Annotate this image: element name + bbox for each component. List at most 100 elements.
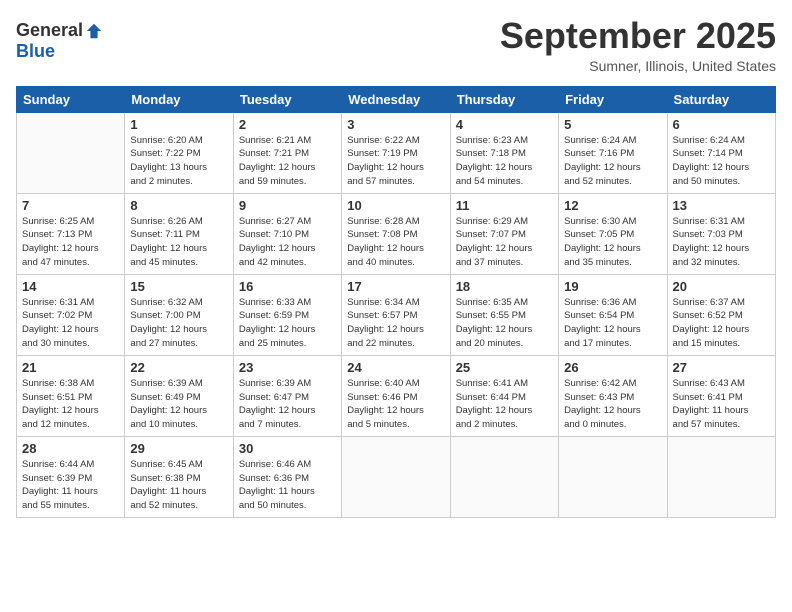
day-info: Sunrise: 6:25 AMSunset: 7:13 PMDaylight:… [22, 215, 119, 270]
calendar-cell: 16 Sunrise: 6:33 AMSunset: 6:59 PMDayligh… [233, 274, 341, 355]
calendar-cell: 1 Sunrise: 6:20 AMSunset: 7:22 PMDaylight… [125, 112, 233, 193]
weekday-header-saturday: Saturday [667, 86, 775, 112]
day-number: 14 [22, 279, 119, 294]
day-number: 3 [347, 117, 444, 132]
calendar-cell: 8 Sunrise: 6:26 AMSunset: 7:11 PMDaylight… [125, 193, 233, 274]
day-info: Sunrise: 6:23 AMSunset: 7:18 PMDaylight:… [456, 134, 553, 189]
day-number: 24 [347, 360, 444, 375]
weekday-header-tuesday: Tuesday [233, 86, 341, 112]
day-info: Sunrise: 6:24 AMSunset: 7:16 PMDaylight:… [564, 134, 661, 189]
day-number: 30 [239, 441, 336, 456]
calendar-cell: 24 Sunrise: 6:40 AMSunset: 6:46 PMDayligh… [342, 355, 450, 436]
day-number: 17 [347, 279, 444, 294]
weekday-header-row: SundayMondayTuesdayWednesdayThursdayFrid… [17, 86, 776, 112]
calendar-cell: 19Sunrise: 6:36 AMSunset: 6:54 PMDayligh… [559, 274, 667, 355]
day-number: 8 [130, 198, 227, 213]
day-number: 10 [347, 198, 444, 213]
logo: General Blue [16, 16, 103, 62]
day-number: 2 [239, 117, 336, 132]
calendar-cell: 14 Sunrise: 6:31 AMSunset: 7:02 PMDayligh… [17, 274, 125, 355]
day-info: Sunrise: 6:21 AMSunset: 7:21 PMDaylight:… [239, 134, 336, 189]
weekday-header-wednesday: Wednesday [342, 86, 450, 112]
calendar-week-row: 7 Sunrise: 6:25 AMSunset: 7:13 PMDaylight… [17, 193, 776, 274]
day-number: 20 [673, 279, 770, 294]
calendar-cell: 25 Sunrise: 6:41 AMSunset: 6:44 PMDayligh… [450, 355, 558, 436]
day-info: Sunrise: 6:39 AMSunset: 6:47 PMDaylight:… [239, 377, 336, 432]
calendar-cell: 28 Sunrise: 6:44 AMSunset: 6:39 PMDayligh… [17, 436, 125, 517]
calendar-cell [450, 436, 558, 517]
day-info: Sunrise: 6:34 AMSunset: 6:57 PMDaylight:… [347, 296, 444, 351]
day-info: Sunrise: 6:39 AMSunset: 6:49 PMDaylight:… [130, 377, 227, 432]
day-number: 12 [564, 198, 661, 213]
page-header: General Blue September 2025 Sumner, Illi… [16, 16, 776, 74]
calendar-week-row: 14 Sunrise: 6:31 AMSunset: 7:02 PMDayligh… [17, 274, 776, 355]
calendar-cell: 26 Sunrise: 6:42 AMSunset: 6:43 PMDayligh… [559, 355, 667, 436]
calendar-cell: 17 Sunrise: 6:34 AMSunset: 6:57 PMDayligh… [342, 274, 450, 355]
day-info: Sunrise: 6:46 AMSunset: 6:36 PMDaylight:… [239, 458, 336, 513]
title-block: September 2025 Sumner, Illinois, United … [500, 16, 776, 74]
day-info: Sunrise: 6:38 AMSunset: 6:51 PMDaylight:… [22, 377, 119, 432]
calendar-cell: 12 Sunrise: 6:30 AMSunset: 7:05 PMDayligh… [559, 193, 667, 274]
calendar-cell: 2 Sunrise: 6:21 AMSunset: 7:21 PMDaylight… [233, 112, 341, 193]
day-info: Sunrise: 6:33 AMSunset: 6:59 PMDaylight:… [239, 296, 336, 351]
calendar-cell: 7 Sunrise: 6:25 AMSunset: 7:13 PMDaylight… [17, 193, 125, 274]
calendar-week-row: 21 Sunrise: 6:38 AMSunset: 6:51 PMDayligh… [17, 355, 776, 436]
calendar-cell: 15 Sunrise: 6:32 AMSunset: 7:00 PMDayligh… [125, 274, 233, 355]
day-info: Sunrise: 6:30 AMSunset: 7:05 PMDaylight:… [564, 215, 661, 270]
day-number: 28 [22, 441, 119, 456]
day-info: Sunrise: 6:35 AMSunset: 6:55 PMDaylight:… [456, 296, 553, 351]
day-info: Sunrise: 6:45 AMSunset: 6:38 PMDaylight:… [130, 458, 227, 513]
day-number: 23 [239, 360, 336, 375]
day-number: 11 [456, 198, 553, 213]
day-info: Sunrise: 6:31 AMSunset: 7:02 PMDaylight:… [22, 296, 119, 351]
calendar-cell: 9Sunrise: 6:27 AMSunset: 7:10 PMDaylight… [233, 193, 341, 274]
day-number: 7 [22, 198, 119, 213]
calendar-cell [342, 436, 450, 517]
day-info: Sunrise: 6:44 AMSunset: 6:39 PMDaylight:… [22, 458, 119, 513]
day-info: Sunrise: 6:20 AMSunset: 7:22 PMDaylight:… [130, 134, 227, 189]
day-number: 18 [456, 279, 553, 294]
day-info: Sunrise: 6:32 AMSunset: 7:00 PMDaylight:… [130, 296, 227, 351]
day-number: 21 [22, 360, 119, 375]
day-info: Sunrise: 6:29 AMSunset: 7:07 PMDaylight:… [456, 215, 553, 270]
calendar-cell [17, 112, 125, 193]
day-info: Sunrise: 6:28 AMSunset: 7:08 PMDaylight:… [347, 215, 444, 270]
calendar-cell: 21 Sunrise: 6:38 AMSunset: 6:51 PMDayligh… [17, 355, 125, 436]
calendar-cell: 5Sunrise: 6:24 AMSunset: 7:16 PMDaylight… [559, 112, 667, 193]
logo-blue-text: Blue [16, 41, 55, 62]
month-title: September 2025 [500, 16, 776, 56]
calendar-cell: 29Sunrise: 6:45 AMSunset: 6:38 PMDayligh… [125, 436, 233, 517]
day-info: Sunrise: 6:24 AMSunset: 7:14 PMDaylight:… [673, 134, 770, 189]
weekday-header-sunday: Sunday [17, 86, 125, 112]
day-number: 1 [130, 117, 227, 132]
calendar-cell: 6 Sunrise: 6:24 AMSunset: 7:14 PMDaylight… [667, 112, 775, 193]
day-number: 15 [130, 279, 227, 294]
calendar-cell: 4 Sunrise: 6:23 AMSunset: 7:18 PMDaylight… [450, 112, 558, 193]
day-info: Sunrise: 6:41 AMSunset: 6:44 PMDaylight:… [456, 377, 553, 432]
day-number: 22 [130, 360, 227, 375]
day-info: Sunrise: 6:37 AMSunset: 6:52 PMDaylight:… [673, 296, 770, 351]
calendar-cell: 11 Sunrise: 6:29 AMSunset: 7:07 PMDayligh… [450, 193, 558, 274]
day-number: 26 [564, 360, 661, 375]
day-number: 25 [456, 360, 553, 375]
calendar-cell: 22 Sunrise: 6:39 AMSunset: 6:49 PMDayligh… [125, 355, 233, 436]
day-info: Sunrise: 6:43 AMSunset: 6:41 PMDaylight:… [673, 377, 770, 432]
calendar-cell: 13Sunrise: 6:31 AMSunset: 7:03 PMDayligh… [667, 193, 775, 274]
calendar-table: SundayMondayTuesdayWednesdayThursdayFrid… [16, 86, 776, 518]
day-number: 4 [456, 117, 553, 132]
day-info: Sunrise: 6:22 AMSunset: 7:19 PMDaylight:… [347, 134, 444, 189]
day-number: 6 [673, 117, 770, 132]
day-number: 27 [673, 360, 770, 375]
calendar-cell: 18 Sunrise: 6:35 AMSunset: 6:55 PMDayligh… [450, 274, 558, 355]
calendar-cell [667, 436, 775, 517]
day-info: Sunrise: 6:40 AMSunset: 6:46 PMDaylight:… [347, 377, 444, 432]
day-info: Sunrise: 6:42 AMSunset: 6:43 PMDaylight:… [564, 377, 661, 432]
day-number: 16 [239, 279, 336, 294]
day-info: Sunrise: 6:31 AMSunset: 7:03 PMDaylight:… [673, 215, 770, 270]
calendar-cell: 30 Sunrise: 6:46 AMSunset: 6:36 PMDayligh… [233, 436, 341, 517]
calendar-cell [559, 436, 667, 517]
calendar-week-row: 1 Sunrise: 6:20 AMSunset: 7:22 PMDaylight… [17, 112, 776, 193]
day-info: Sunrise: 6:26 AMSunset: 7:11 PMDaylight:… [130, 215, 227, 270]
calendar-cell: 10 Sunrise: 6:28 AMSunset: 7:08 PMDayligh… [342, 193, 450, 274]
day-info: Sunrise: 6:36 AMSunset: 6:54 PMDaylight:… [564, 296, 661, 351]
